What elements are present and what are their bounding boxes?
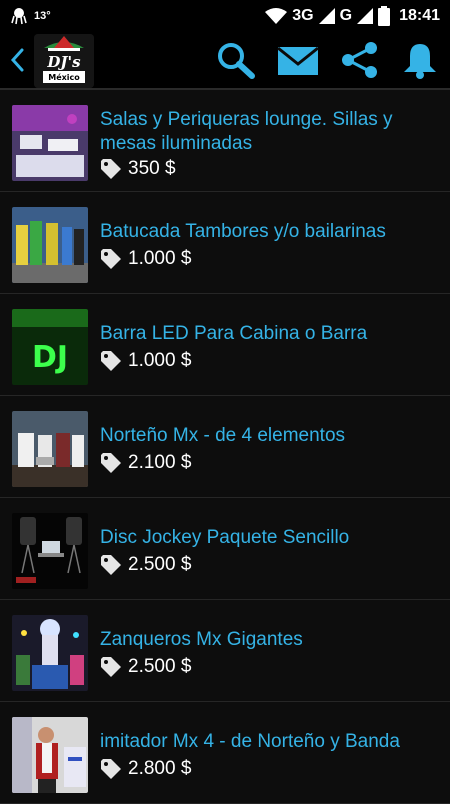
share-icon[interactable] [338,40,382,80]
item-price-text: 350 $ [128,158,176,179]
item-price-text: 2.500 $ [128,656,192,677]
item-thumbnail [12,411,88,487]
list-item[interactable]: DJ Barra LED Para Cabina o Barra 1.000 $ [0,294,450,396]
svg-text:DJ's: DJ's [46,53,81,71]
item-price-text: 1.000 $ [128,248,192,269]
item-thumbnail: DJ [12,309,88,385]
item-price: 2.500 $ [100,656,191,678]
price-tag-icon [101,759,121,779]
app-logo[interactable]: DJ's México [34,34,94,88]
search-icon[interactable] [214,40,258,80]
item-thumbnail [12,615,88,691]
wifi-icon [265,8,288,24]
network-type-text: 3G [292,7,314,24]
price-tag-icon [101,351,121,371]
item-title: Zanqueros Mx Gigantes [100,629,303,650]
item-price-text: 2.800 $ [128,758,192,779]
price-tag-icon [101,249,121,269]
item-price: 1.000 $ [100,248,191,270]
octopus-notification-icon [11,8,27,25]
item-price: 2.800 $ [100,758,191,780]
list-item[interactable]: imitador Mx 4 - de Norteño y Banda 2.800… [0,702,450,804]
status-bar: 13° 3G G 18:41 [0,0,450,32]
action-bar: DJ's México [0,32,450,90]
djs-mexico-logo-icon: DJ's México [34,34,94,88]
item-price: 2.500 $ [100,554,191,576]
service-list: Salas y Periqueras lounge. Sillas y mesa… [0,90,450,804]
svg-text:DJ: DJ [32,340,68,375]
battery-icon [378,6,391,26]
carrier-signal-text: G [339,7,353,24]
price-tag-icon [101,453,121,473]
price-tag-icon [101,657,121,677]
item-price: 350 $ [100,158,176,180]
item-title: Barra LED Para Cabina o Barra [100,323,368,344]
temperature-text: 13° [34,10,51,22]
item-price: 2.100 $ [100,452,191,474]
item-title: Batucada Tambores y/o bailarinas [100,221,386,242]
item-price-text: 1.000 $ [128,350,192,371]
item-thumbnail [12,105,88,181]
clock-text: 18:41 [399,7,440,24]
price-tag-icon [101,555,121,575]
item-price-text: 2.500 $ [128,554,192,575]
cell-signal-icon [318,8,335,24]
mail-icon[interactable] [276,40,320,80]
item-title: Disc Jockey Paquete Sencillo [100,527,350,548]
item-thumbnail [12,717,88,793]
list-item[interactable]: Disc Jockey Paquete Sencillo 2.500 $ [0,498,450,600]
back-arrow-icon[interactable] [8,46,28,74]
item-title: Norteño Mx - de 4 elementos [100,425,346,446]
list-item[interactable]: Batucada Tambores y/o bailarinas 1.000 $ [0,192,450,294]
item-title: imitador Mx 4 - de Norteño y Banda [100,731,400,752]
item-price: 1.000 $ [100,350,191,372]
list-item[interactable]: Norteño Mx - de 4 elementos 2.100 $ [0,396,450,498]
item-price-text: 2.100 $ [128,452,192,473]
price-tag-icon [101,159,121,179]
item-thumbnail [12,513,88,589]
svg-text:México: México [48,72,80,82]
cell-signal-2-icon [357,8,374,24]
list-item[interactable]: Zanqueros Mx Gigantes 2.500 $ [0,600,450,702]
list-item[interactable]: Salas y Periqueras lounge. Sillas y mesa… [0,90,450,192]
item-thumbnail [12,207,88,283]
item-title: Salas y Periqueras lounge. Sillas y mesa… [100,109,393,154]
bell-icon[interactable] [398,40,442,80]
